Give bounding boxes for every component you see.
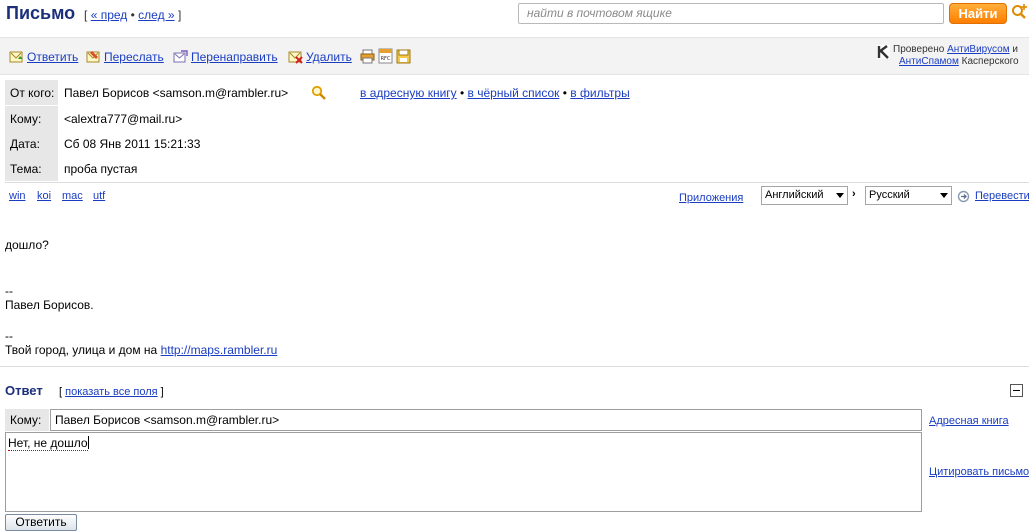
redirect-icon [173, 50, 188, 63]
date-value: Сб 08 Янв 2011 15:21:33 [64, 137, 201, 151]
reply-action[interactable]: Ответить [9, 50, 78, 64]
target-language-value: Русский [869, 189, 910, 201]
body-divider [0, 366, 1029, 367]
text-caret [87, 436, 89, 449]
filters-link[interactable]: в фильтры [570, 86, 629, 100]
source-language-value: Английский [765, 189, 824, 201]
reply-icon [9, 51, 23, 63]
save-message-icon[interactable] [396, 48, 411, 64]
ad-text: Твой город, улица и дом на [5, 343, 161, 357]
translate-link[interactable]: Перевести [975, 190, 1029, 202]
delete-icon [288, 51, 303, 64]
delete-action[interactable]: Удалить [288, 50, 352, 64]
page-title: Письмо [6, 3, 76, 23]
reply-title: Ответ [5, 383, 43, 398]
antispam-link[interactable]: АнтиСпамом [899, 56, 959, 67]
fields-bracket-open: [ [59, 386, 63, 398]
header-row-date: Дата: Сб 08 Янв 2011 15:21:33 [5, 131, 1029, 156]
from-label: От кого: [5, 80, 58, 105]
send-reply-button[interactable]: Ответить [5, 514, 77, 531]
fields-bracket-close: ] [160, 386, 164, 398]
from-value: Павел Борисов <samson.m@rambler.ru> [64, 86, 289, 100]
forward-action[interactable]: Переслать [86, 50, 164, 64]
subject-value: проба пустая [64, 162, 138, 176]
show-all-fields-link[interactable]: показать все поля [65, 386, 157, 398]
ad-dash: -- [5, 329, 13, 343]
encoding-win-link[interactable]: win [9, 190, 26, 202]
header-row-to: Кому: <alextra777@mail.ru> [5, 106, 1029, 131]
nav-dot: • [130, 8, 135, 22]
chevron-down-icon [940, 193, 948, 198]
reply-message-text: Нет, не дошло [8, 436, 88, 451]
svg-text:RFC: RFC [381, 56, 391, 62]
subject-label: Тема: [5, 156, 58, 181]
date-label: Дата: [5, 131, 58, 156]
header-row-subject: Тема: проба пустая [5, 156, 1029, 181]
nav-bracket-open: [ [84, 8, 88, 22]
to-value: <alextra777@mail.ru> [64, 112, 183, 126]
reply-to-input[interactable]: Павел Борисов <samson.m@rambler.ru> [50, 409, 922, 431]
prev-message-link[interactable]: « пред [91, 8, 128, 22]
language-arrow: › [852, 188, 856, 200]
redirect-link[interactable]: Перенаправить [191, 50, 278, 64]
target-language-select[interactable]: Русский [865, 186, 952, 205]
search-plus-icon[interactable] [1011, 3, 1029, 21]
chevron-down-icon [836, 193, 844, 198]
reply-link[interactable]: Ответить [27, 50, 78, 64]
rfc-source-icon[interactable]: RFC [378, 48, 393, 64]
encoding-utf-link[interactable]: utf [93, 190, 105, 202]
signature-name: Павел Борисов. [5, 298, 94, 312]
sender-actions: в адресную книгу • в чёрный список • в ф… [360, 86, 630, 100]
nav-bracket-close: ] [177, 8, 182, 22]
actions-dot: • [562, 86, 567, 100]
reply-to-label: Кому: [5, 409, 49, 431]
reply-message-textarea[interactable]: Нет, не дошло [5, 432, 922, 512]
forward-link[interactable]: Переслать [104, 50, 164, 64]
quote-message-link[interactable]: Цитировать письмо [929, 466, 1029, 478]
maps-link[interactable]: http://maps.rambler.ru [161, 343, 278, 357]
forward-icon [86, 51, 100, 63]
signature-dash: -- [5, 284, 13, 298]
find-button[interactable]: Найти [949, 3, 1007, 24]
kaspersky-name-text: Касперского [961, 56, 1019, 67]
blacklist-link[interactable]: в чёрный список [468, 86, 560, 100]
ad-line: Твой город, улица и дом на http://maps.r… [5, 343, 277, 357]
mailbox-search-input[interactable]: найти в почтовом ящике [518, 3, 944, 24]
antivirus-link[interactable]: АнтиВирусом [947, 44, 1010, 55]
encoding-koi-link[interactable]: koi [37, 190, 51, 202]
attachments-link[interactable]: Приложения [679, 192, 743, 204]
reply-fields-toggle: [ показать все поля ] [59, 386, 164, 398]
address-book-link[interactable]: Адресная книга [929, 415, 1009, 427]
to-label: Кому: [5, 106, 58, 131]
next-message-link[interactable]: след » [138, 8, 174, 22]
header-row-from: От кого: Павел Борисов <samson.m@rambler… [5, 80, 1029, 105]
translate-icon[interactable] [957, 190, 970, 203]
message-toolbar: Ответить Переслать Перенаправить Удалить… [0, 37, 1029, 75]
headers-divider [5, 182, 1029, 183]
kaspersky-checked-text: Проверено [893, 44, 945, 55]
redirect-action[interactable]: Перенаправить [173, 50, 278, 64]
source-language-select[interactable]: Английский [761, 186, 848, 205]
collapse-icon[interactable] [1010, 384, 1023, 397]
kaspersky-and-text: и [1012, 44, 1018, 55]
kaspersky-icon [877, 45, 890, 59]
message-navigation: [ « пред • след » ] [84, 8, 181, 22]
add-to-addressbook-link[interactable]: в адресную книгу [360, 86, 457, 100]
print-icon[interactable] [360, 49, 375, 64]
actions-dot: • [460, 86, 465, 100]
search-sender-icon[interactable] [311, 85, 327, 100]
encoding-mac-link[interactable]: mac [62, 190, 83, 202]
body-text-line: дошло? [5, 238, 49, 252]
delete-link[interactable]: Удалить [306, 50, 352, 64]
